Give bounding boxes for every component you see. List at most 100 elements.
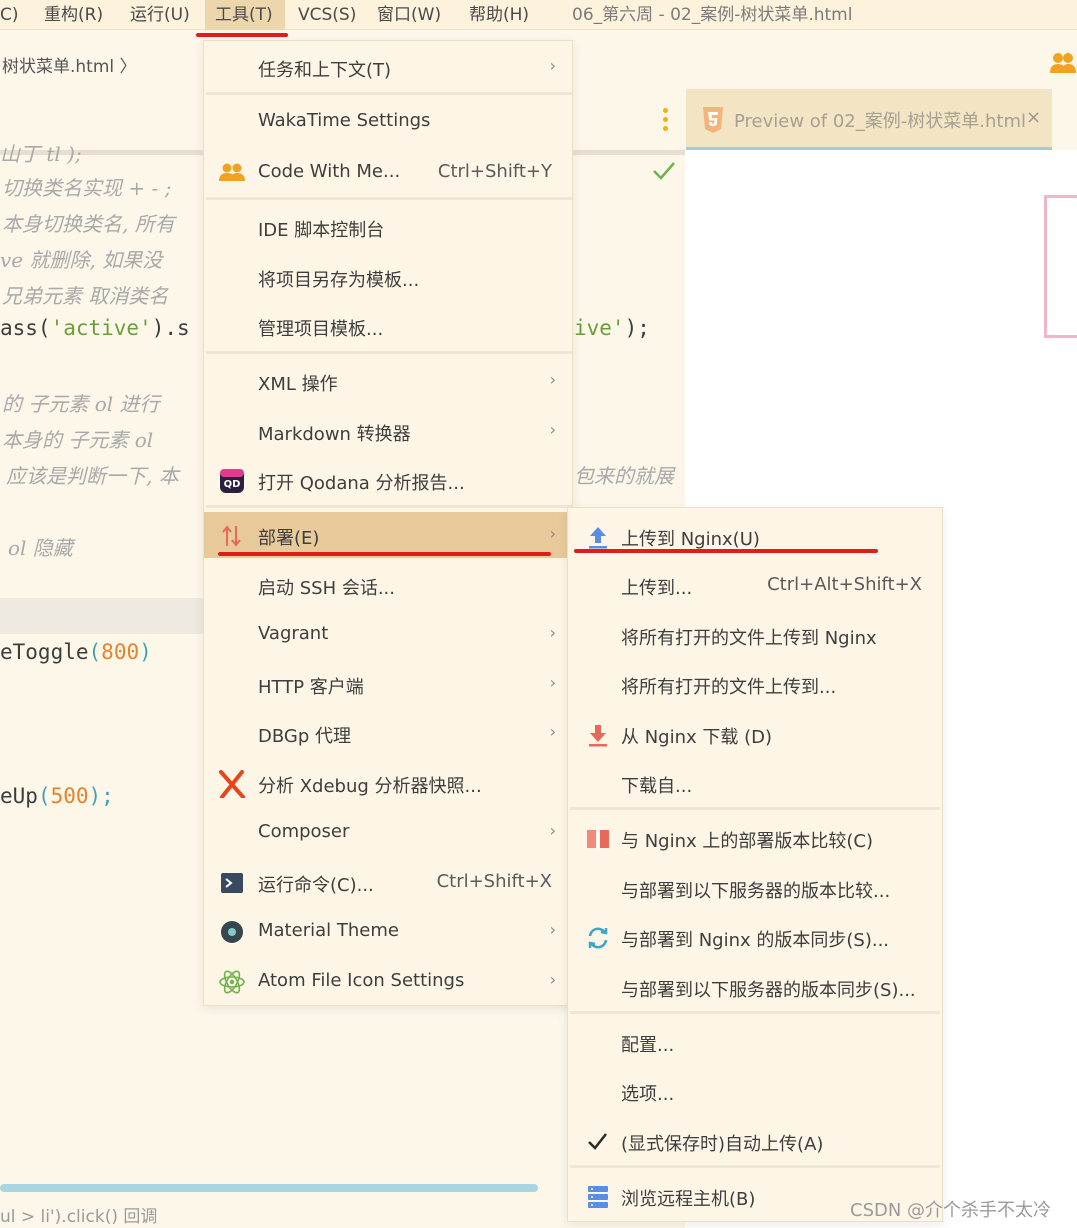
- menu-item-auto-upload[interactable]: (显式保存时)自动上传(A): [568, 1118, 942, 1164]
- chevron-right-icon: ›: [549, 56, 556, 75]
- menu-item-sync-nginx[interactable]: 与部署到 Nginx 的版本同步(S)...: [568, 914, 942, 960]
- more-options-icon[interactable]: [662, 108, 670, 136]
- chevron-right-icon: ›: [549, 920, 556, 939]
- chevron-right-icon: ›: [549, 722, 556, 741]
- chevron-right-icon: ›: [549, 970, 556, 989]
- close-icon[interactable]: ×: [1026, 107, 1041, 128]
- code-line: 兄弟元素 取消类名: [2, 284, 169, 308]
- code-line-active-class: ass('active').s: [0, 316, 190, 340]
- horizontal-scrollbar[interactable]: [0, 1184, 538, 1192]
- code-line: 包来的就展: [574, 464, 674, 488]
- code-line-active-class-tail: ive');: [574, 316, 650, 340]
- deploy-arrows-icon: [222, 525, 241, 547]
- terminal-icon: [221, 873, 243, 893]
- code-line: 切换类名实现 + - ;: [2, 176, 172, 200]
- code-line-slideup: eUp(500);: [0, 784, 114, 808]
- chevron-right-icon: ›: [549, 420, 556, 439]
- menu-separator: [570, 1165, 940, 1168]
- menu-item-run-command[interactable]: 运行命令(C)... Ctrl+Shift+X: [204, 859, 572, 905]
- server-icon: [588, 1186, 608, 1208]
- tools-menu: 任务和上下文(T) › WakaTime Settings Code With M…: [203, 40, 573, 1006]
- menu-item-start-ssh[interactable]: 启动 SSH 会话...: [204, 562, 572, 608]
- chevron-right-icon: ›: [549, 524, 556, 543]
- chevron-right-icon: ›: [549, 673, 556, 692]
- code-line: ve 就删除, 如果没: [0, 248, 163, 272]
- code-line: 本身的 子元素 ol: [2, 428, 154, 452]
- code-line-toggle: eToggle(800): [0, 640, 152, 664]
- menu-separator: [570, 1011, 940, 1014]
- code-line: 山丁 tl );: [0, 142, 82, 166]
- people-icon: [219, 163, 245, 181]
- preview-content-box: [1044, 195, 1077, 338]
- tab-preview[interactable]: Preview of 02_案例-树状菜单.html ×: [686, 89, 1052, 150]
- menu-item-manage-templates[interactable]: 管理项目模板...: [204, 303, 572, 349]
- menu-item-configure[interactable]: 配置...: [568, 1019, 942, 1065]
- menu-item-qodana-report[interactable]: QD 打开 Qodana 分析报告...: [204, 457, 572, 503]
- menu-code[interactable]: C): [0, 0, 19, 30]
- menu-item-dbgp-proxy[interactable]: DBGp 代理 ›: [204, 710, 572, 756]
- menu-item-http-client[interactable]: HTTP 客户端 ›: [204, 661, 572, 707]
- menu-item-atom-file-icons[interactable]: Atom File Icon Settings ›: [204, 958, 572, 1004]
- menu-refactor[interactable]: 重构(R): [44, 0, 103, 30]
- menu-item-ide-script-console[interactable]: IDE 脚本控制台: [204, 204, 572, 250]
- code-line: 应该是判断一下, 本: [6, 464, 179, 488]
- code-line: 本身切换类名, 所有: [2, 212, 175, 236]
- menu-vcs[interactable]: VCS(S): [298, 0, 356, 30]
- upload-icon: [589, 527, 607, 549]
- code-line: ol 隐藏: [8, 536, 73, 560]
- menu-item-xdebug-snapshot[interactable]: 分析 Xdebug 分析器快照...: [204, 760, 572, 806]
- menu-item-upload-all-nginx[interactable]: 将所有打开的文件上传到 Nginx: [568, 612, 942, 658]
- window-title: 06_第六周 - 02_案例-树状菜单.html: [572, 5, 853, 25]
- menu-item-vagrant[interactable]: Vagrant ›: [204, 611, 572, 657]
- menu-item-tasks-contexts[interactable]: 任务和上下文(T) ›: [204, 44, 572, 90]
- menu-help[interactable]: 帮助(H): [469, 0, 529, 30]
- menu-run[interactable]: 运行(U): [130, 0, 190, 30]
- sync-icon: [588, 927, 608, 949]
- annotation-underline-deploy: [218, 552, 551, 556]
- menu-separator: [206, 92, 572, 95]
- breadcrumb[interactable]: 树状菜单.html 〉: [2, 52, 137, 77]
- checkmark-icon: [588, 1133, 607, 1150]
- current-line-highlight: [0, 598, 205, 634]
- code-line: 的 子元素 ol 进行: [2, 392, 160, 416]
- menu-separator: [206, 505, 572, 508]
- menu-item-code-with-me[interactable]: Code With Me... Ctrl+Shift+Y: [204, 149, 572, 195]
- menu-separator: [206, 351, 572, 354]
- status-breadcrumb: ul > li').click() 回调: [0, 1207, 158, 1227]
- menu-tools[interactable]: 工具(T): [205, 0, 285, 30]
- chevron-right-icon: ›: [549, 370, 556, 389]
- inspection-ok-icon[interactable]: [652, 160, 676, 182]
- menu-item-material-theme[interactable]: Material Theme ›: [204, 908, 572, 954]
- menu-item-markdown-converter[interactable]: Markdown 转换器 ›: [204, 408, 572, 454]
- menu-separator: [206, 197, 572, 200]
- chevron-right-icon: ›: [549, 821, 556, 840]
- menu-item-options[interactable]: 选项...: [568, 1068, 942, 1114]
- atom-icon: [219, 970, 245, 994]
- menu-item-compare-nginx[interactable]: 与 Nginx 上的部署版本比较(C): [568, 815, 942, 861]
- menu-item-download-nginx[interactable]: 从 Nginx 下载 (D): [568, 711, 942, 757]
- menu-item-sync-servers[interactable]: 与部署到以下服务器的版本同步(S)...: [568, 964, 942, 1010]
- annotation-underline-tools: [196, 33, 288, 37]
- menu-item-composer[interactable]: Composer ›: [204, 809, 572, 855]
- watermark: CSDN @介个杀手不太冷: [850, 1200, 1052, 1221]
- svg-text:QD: QD: [224, 479, 241, 490]
- qodana-icon: QD: [220, 469, 244, 493]
- menu-item-xml-actions[interactable]: XML 操作 ›: [204, 358, 572, 404]
- annotation-underline-upload: [574, 549, 878, 553]
- menu-item-wakatime[interactable]: WakaTime Settings: [204, 98, 572, 144]
- menu-item-save-as-template[interactable]: 将项目另存为模板...: [204, 254, 572, 300]
- people-icon[interactable]: [1050, 52, 1076, 74]
- menu-window[interactable]: 窗口(W): [377, 0, 441, 30]
- menu-item-compare-servers[interactable]: 与部署到以下服务器的版本比较...: [568, 865, 942, 911]
- chevron-right-icon: ›: [549, 623, 556, 642]
- compare-icon: [587, 827, 609, 851]
- menu-separator: [570, 807, 940, 810]
- html5-icon: [703, 107, 723, 133]
- preview-tab-title: Preview of 02_案例-树状菜单.html: [734, 111, 1026, 132]
- menu-bar: C) 重构(R) 运行(U) 工具(T) VCS(S) 窗口(W) 帮助(H) …: [0, 0, 1077, 30]
- deployment-submenu: 上传到 Nginx(U) 上传到... Ctrl+Alt+Shift+X 将所有打…: [567, 507, 943, 1222]
- menu-item-download-from[interactable]: 下载自...: [568, 760, 942, 806]
- menu-item-upload-to[interactable]: 上传到... Ctrl+Alt+Shift+X: [568, 562, 942, 608]
- menu-item-upload-all-to[interactable]: 将所有打开的文件上传到...: [568, 661, 942, 707]
- download-icon: [589, 725, 607, 747]
